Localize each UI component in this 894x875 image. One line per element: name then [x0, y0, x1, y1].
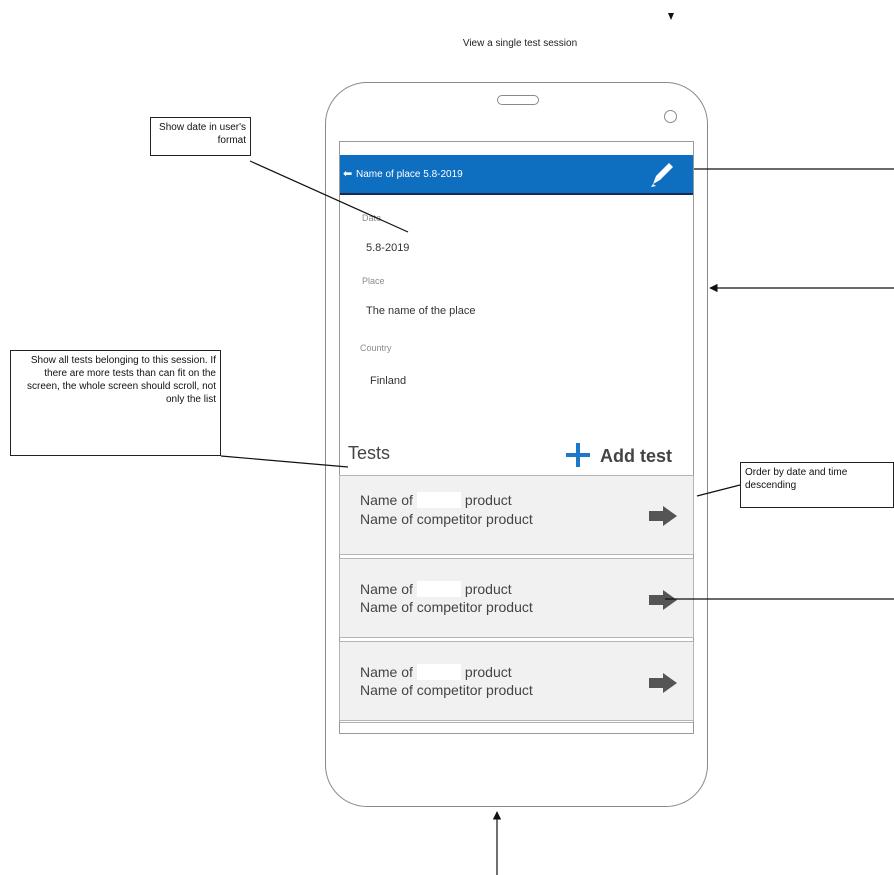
annotation-connectors: [220, 13, 894, 875]
